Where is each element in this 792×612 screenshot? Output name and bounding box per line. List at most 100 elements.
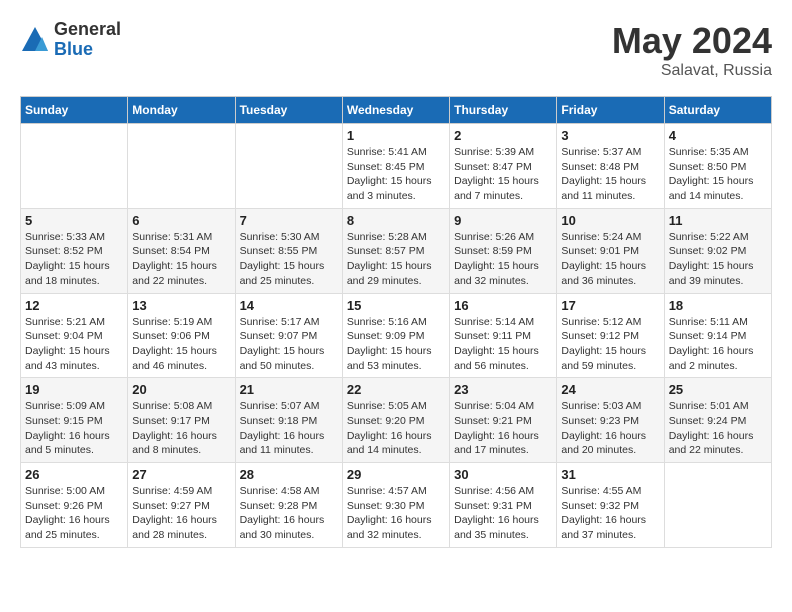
day-info: Sunrise: 5:24 AM Sunset: 9:01 PM Dayligh… (561, 230, 659, 289)
day-info: Sunrise: 5:39 AM Sunset: 8:47 PM Dayligh… (454, 145, 552, 204)
logo-icon (20, 25, 50, 55)
day-number: 13 (132, 298, 230, 313)
day-info: Sunrise: 5:07 AM Sunset: 9:18 PM Dayligh… (240, 399, 338, 458)
day-info: Sunrise: 5:22 AM Sunset: 9:02 PM Dayligh… (669, 230, 767, 289)
weekday-row: SundayMondayTuesdayWednesdayThursdayFrid… (21, 97, 772, 124)
calendar-day-cell: 2 Sunrise: 5:39 AM Sunset: 8:47 PM Daylig… (450, 124, 557, 209)
day-number: 30 (454, 467, 552, 482)
calendar-day-cell: 20 Sunrise: 5:08 AM Sunset: 9:17 PM Dayli… (128, 378, 235, 463)
day-number: 23 (454, 382, 552, 397)
calendar-day-cell: 30 Sunrise: 4:56 AM Sunset: 9:31 PM Dayli… (450, 463, 557, 548)
day-info: Sunrise: 4:58 AM Sunset: 9:28 PM Dayligh… (240, 484, 338, 543)
calendar-day-cell: 29 Sunrise: 4:57 AM Sunset: 9:30 PM Dayli… (342, 463, 449, 548)
page-header: General Blue May 2024 Salavat, Russia (20, 20, 772, 80)
day-number: 21 (240, 382, 338, 397)
day-info: Sunrise: 5:41 AM Sunset: 8:45 PM Dayligh… (347, 145, 445, 204)
calendar-header: SundayMondayTuesdayWednesdayThursdayFrid… (21, 97, 772, 124)
calendar-day-cell: 22 Sunrise: 5:05 AM Sunset: 9:20 PM Dayli… (342, 378, 449, 463)
calendar-day-cell: 1 Sunrise: 5:41 AM Sunset: 8:45 PM Daylig… (342, 124, 449, 209)
day-number: 3 (561, 128, 659, 143)
calendar-day-cell: 14Sunrise: 5:17 AM Sunset: 9:07 PM Dayli… (235, 293, 342, 378)
weekday-header: Friday (557, 97, 664, 124)
day-info: Sunrise: 5:08 AM Sunset: 9:17 PM Dayligh… (132, 399, 230, 458)
day-number: 18 (669, 298, 767, 313)
day-number: 2 (454, 128, 552, 143)
day-number: 20 (132, 382, 230, 397)
calendar-day-cell: 8Sunrise: 5:28 AM Sunset: 8:57 PM Daylig… (342, 208, 449, 293)
calendar-day-cell: 6 Sunrise: 5:31 AM Sunset: 8:54 PM Daylig… (128, 208, 235, 293)
day-number: 28 (240, 467, 338, 482)
day-number: 5 (25, 213, 123, 228)
weekday-header: Sunday (21, 97, 128, 124)
calendar-table: SundayMondayTuesdayWednesdayThursdayFrid… (20, 96, 772, 548)
day-info: Sunrise: 5:37 AM Sunset: 8:48 PM Dayligh… (561, 145, 659, 204)
day-number: 24 (561, 382, 659, 397)
day-info: Sunrise: 5:11 AM Sunset: 9:14 PM Dayligh… (669, 315, 767, 374)
day-info: Sunrise: 5:30 AM Sunset: 8:55 PM Dayligh… (240, 230, 338, 289)
day-info: Sunrise: 5:26 AM Sunset: 8:59 PM Dayligh… (454, 230, 552, 289)
day-info: Sunrise: 5:00 AM Sunset: 9:26 PM Dayligh… (25, 484, 123, 543)
day-info: Sunrise: 4:59 AM Sunset: 9:27 PM Dayligh… (132, 484, 230, 543)
day-number: 19 (25, 382, 123, 397)
day-info: Sunrise: 4:56 AM Sunset: 9:31 PM Dayligh… (454, 484, 552, 543)
day-info: Sunrise: 5:14 AM Sunset: 9:11 PM Dayligh… (454, 315, 552, 374)
day-info: Sunrise: 5:17 AM Sunset: 9:07 PM Dayligh… (240, 315, 338, 374)
location-title: Salavat, Russia (612, 62, 772, 80)
calendar-day-cell (128, 124, 235, 209)
day-number: 10 (561, 213, 659, 228)
day-info: Sunrise: 5:31 AM Sunset: 8:54 PM Dayligh… (132, 230, 230, 289)
day-number: 4 (669, 128, 767, 143)
day-number: 12 (25, 298, 123, 313)
weekday-header: Monday (128, 97, 235, 124)
day-number: 26 (25, 467, 123, 482)
weekday-header: Thursday (450, 97, 557, 124)
day-number: 25 (669, 382, 767, 397)
calendar-day-cell: 27Sunrise: 4:59 AM Sunset: 9:27 PM Dayli… (128, 463, 235, 548)
calendar-day-cell: 19 Sunrise: 5:09 AM Sunset: 9:15 PM Dayli… (21, 378, 128, 463)
day-info: Sunrise: 4:57 AM Sunset: 9:30 PM Dayligh… (347, 484, 445, 543)
calendar-day-cell (21, 124, 128, 209)
calendar-week-row: 5 Sunrise: 5:33 AM Sunset: 8:52 PM Daylig… (21, 208, 772, 293)
calendar-day-cell: 9Sunrise: 5:26 AM Sunset: 8:59 PM Daylig… (450, 208, 557, 293)
calendar-day-cell: 24 Sunrise: 5:03 AM Sunset: 9:23 PM Dayli… (557, 378, 664, 463)
calendar-day-cell: 25Sunrise: 5:01 AM Sunset: 9:24 PM Dayli… (664, 378, 771, 463)
calendar-day-cell: 23 Sunrise: 5:04 AM Sunset: 9:21 PM Dayli… (450, 378, 557, 463)
day-number: 17 (561, 298, 659, 313)
day-info: Sunrise: 5:09 AM Sunset: 9:15 PM Dayligh… (25, 399, 123, 458)
calendar-day-cell: 13 Sunrise: 5:19 AM Sunset: 9:06 PM Dayli… (128, 293, 235, 378)
day-info: Sunrise: 5:04 AM Sunset: 9:21 PM Dayligh… (454, 399, 552, 458)
day-info: Sunrise: 5:19 AM Sunset: 9:06 PM Dayligh… (132, 315, 230, 374)
day-number: 31 (561, 467, 659, 482)
calendar-day-cell: 21 Sunrise: 5:07 AM Sunset: 9:18 PM Dayli… (235, 378, 342, 463)
day-info: Sunrise: 5:03 AM Sunset: 9:23 PM Dayligh… (561, 399, 659, 458)
calendar-day-cell: 16Sunrise: 5:14 AM Sunset: 9:11 PM Dayli… (450, 293, 557, 378)
day-info: Sunrise: 5:12 AM Sunset: 9:12 PM Dayligh… (561, 315, 659, 374)
day-info: Sunrise: 5:16 AM Sunset: 9:09 PM Dayligh… (347, 315, 445, 374)
calendar-day-cell: 18 Sunrise: 5:11 AM Sunset: 9:14 PM Dayli… (664, 293, 771, 378)
calendar-week-row: 12 Sunrise: 5:21 AM Sunset: 9:04 PM Dayli… (21, 293, 772, 378)
weekday-header: Wednesday (342, 97, 449, 124)
logo-general-text: General (54, 20, 121, 40)
logo-text: General Blue (54, 20, 121, 60)
day-number: 1 (347, 128, 445, 143)
day-number: 15 (347, 298, 445, 313)
day-number: 22 (347, 382, 445, 397)
calendar-day-cell: 7Sunrise: 5:30 AM Sunset: 8:55 PM Daylig… (235, 208, 342, 293)
day-info: Sunrise: 5:35 AM Sunset: 8:50 PM Dayligh… (669, 145, 767, 204)
calendar-day-cell: 28 Sunrise: 4:58 AM Sunset: 9:28 PM Dayli… (235, 463, 342, 548)
calendar-day-cell: 15 Sunrise: 5:16 AM Sunset: 9:09 PM Dayli… (342, 293, 449, 378)
weekday-header: Tuesday (235, 97, 342, 124)
day-info: Sunrise: 4:55 AM Sunset: 9:32 PM Dayligh… (561, 484, 659, 543)
calendar-day-cell: 3 Sunrise: 5:37 AM Sunset: 8:48 PM Daylig… (557, 124, 664, 209)
calendar-day-cell: 12 Sunrise: 5:21 AM Sunset: 9:04 PM Dayli… (21, 293, 128, 378)
day-info: Sunrise: 5:28 AM Sunset: 8:57 PM Dayligh… (347, 230, 445, 289)
calendar-day-cell: 4 Sunrise: 5:35 AM Sunset: 8:50 PM Daylig… (664, 124, 771, 209)
day-number: 6 (132, 213, 230, 228)
calendar-day-cell: 11Sunrise: 5:22 AM Sunset: 9:02 PM Dayli… (664, 208, 771, 293)
day-info: Sunrise: 5:33 AM Sunset: 8:52 PM Dayligh… (25, 230, 123, 289)
day-info: Sunrise: 5:05 AM Sunset: 9:20 PM Dayligh… (347, 399, 445, 458)
day-info: Sunrise: 5:21 AM Sunset: 9:04 PM Dayligh… (25, 315, 123, 374)
title-block: May 2024 Salavat, Russia (612, 20, 772, 80)
day-number: 29 (347, 467, 445, 482)
calendar-day-cell (664, 463, 771, 548)
